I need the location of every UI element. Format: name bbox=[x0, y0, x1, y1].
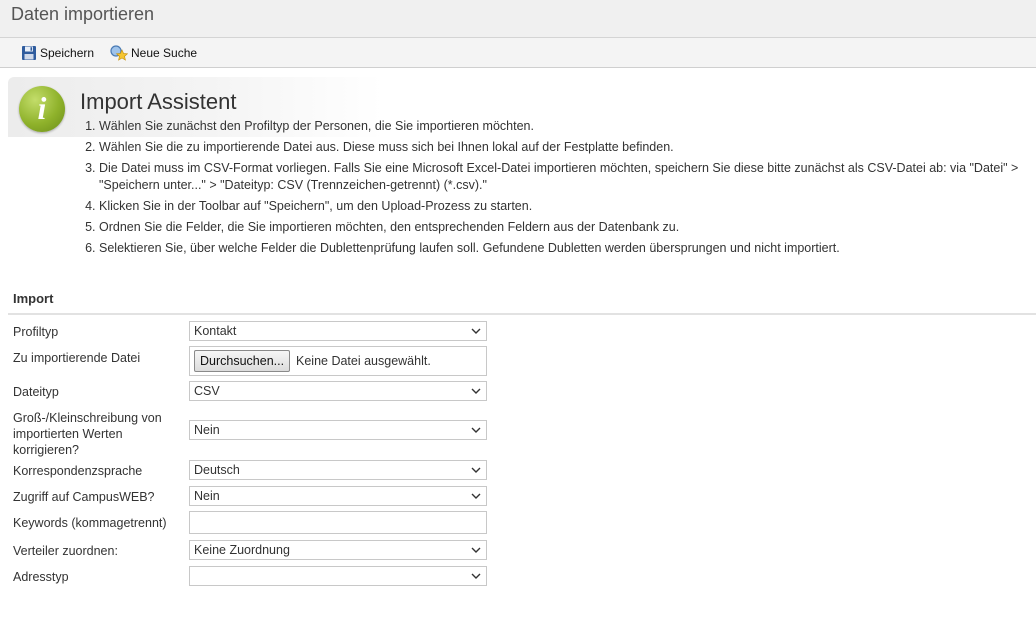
chevron-down-icon bbox=[471, 573, 481, 579]
assistant-steps: Wählen Sie zunächst den Profiltyp der Pe… bbox=[80, 118, 1029, 261]
zugriff-label: Zugriff auf CampusWEB? bbox=[13, 490, 155, 504]
info-icon-letter: i bbox=[37, 90, 47, 126]
chevron-down-icon bbox=[471, 467, 481, 473]
chevron-down-icon bbox=[471, 547, 481, 553]
info-icon: i bbox=[19, 86, 65, 132]
profiltyp-select[interactable]: Kontakt bbox=[189, 321, 487, 341]
step-item: Wählen Sie zunächst den Profiltyp der Pe… bbox=[99, 118, 1029, 135]
section-title: Import bbox=[13, 291, 54, 306]
zugriff-value: Nein bbox=[194, 489, 220, 503]
step-item: Die Datei muss im CSV-Format vorliegen. … bbox=[99, 160, 1029, 194]
step-item: Klicken Sie in der Toolbar auf "Speicher… bbox=[99, 198, 1029, 215]
save-icon bbox=[22, 46, 36, 60]
dateityp-value: CSV bbox=[194, 384, 220, 398]
step-item: Wählen Sie die zu importierende Datei au… bbox=[99, 139, 1029, 156]
page-title: Daten importieren bbox=[11, 4, 155, 24]
step-item: Selektieren Sie, über welche Felder die … bbox=[99, 240, 1029, 257]
step-item: Ordnen Sie die Felder, die Sie importier… bbox=[99, 219, 1029, 236]
browse-button[interactable]: Durchsuchen... bbox=[194, 350, 291, 372]
profiltyp-value: Kontakt bbox=[194, 324, 237, 338]
chevron-down-icon bbox=[471, 427, 481, 433]
adresstyp-label: Adresstyp bbox=[13, 570, 69, 584]
new-search-button[interactable]: Neue Suche bbox=[109, 44, 197, 62]
verteiler-select[interactable]: Keine Zuordnung bbox=[189, 540, 487, 560]
chevron-down-icon bbox=[471, 388, 481, 394]
keywords-label: Keywords (kommagetrennt) bbox=[13, 516, 167, 530]
page-header: Daten importieren bbox=[0, 0, 1036, 38]
sprache-select[interactable]: Deutsch bbox=[189, 460, 487, 480]
gross-klein-select[interactable]: Nein bbox=[189, 420, 487, 440]
gross-klein-label: Groß-/Kleinschreibung von importierten W… bbox=[13, 411, 162, 457]
sprache-label: Korrespondenzsprache bbox=[13, 464, 143, 478]
adresstyp-select[interactable] bbox=[189, 566, 487, 586]
file-input: Durchsuchen... Keine Datei ausgewählt. bbox=[189, 346, 487, 376]
keywords-input[interactable] bbox=[189, 511, 487, 534]
profiltyp-label: Profiltyp bbox=[13, 325, 59, 339]
save-label: Speichern bbox=[40, 46, 95, 60]
toolbar: Speichern Neue Suche bbox=[0, 38, 1036, 68]
verteiler-value: Keine Zuordnung bbox=[194, 543, 290, 557]
chevron-down-icon bbox=[471, 493, 481, 499]
dateityp-select[interactable]: CSV bbox=[189, 381, 487, 401]
sprache-value: Deutsch bbox=[194, 463, 240, 477]
dateityp-label: Dateityp bbox=[13, 385, 59, 399]
save-button[interactable]: Speichern bbox=[21, 44, 94, 62]
assistant-title: Import Assistent bbox=[80, 89, 237, 114]
gross-klein-value: Nein bbox=[194, 423, 220, 437]
section-divider bbox=[8, 313, 1036, 315]
new-search-icon bbox=[110, 45, 128, 61]
datei-label: Zu importierende Datei bbox=[13, 351, 141, 365]
zugriff-select[interactable]: Nein bbox=[189, 486, 487, 506]
verteiler-label: Verteiler zuordnen: bbox=[13, 544, 118, 558]
new-search-label: Neue Suche bbox=[131, 46, 198, 60]
chevron-down-icon bbox=[471, 328, 481, 334]
file-status: Keine Datei ausgewählt. bbox=[296, 354, 431, 368]
